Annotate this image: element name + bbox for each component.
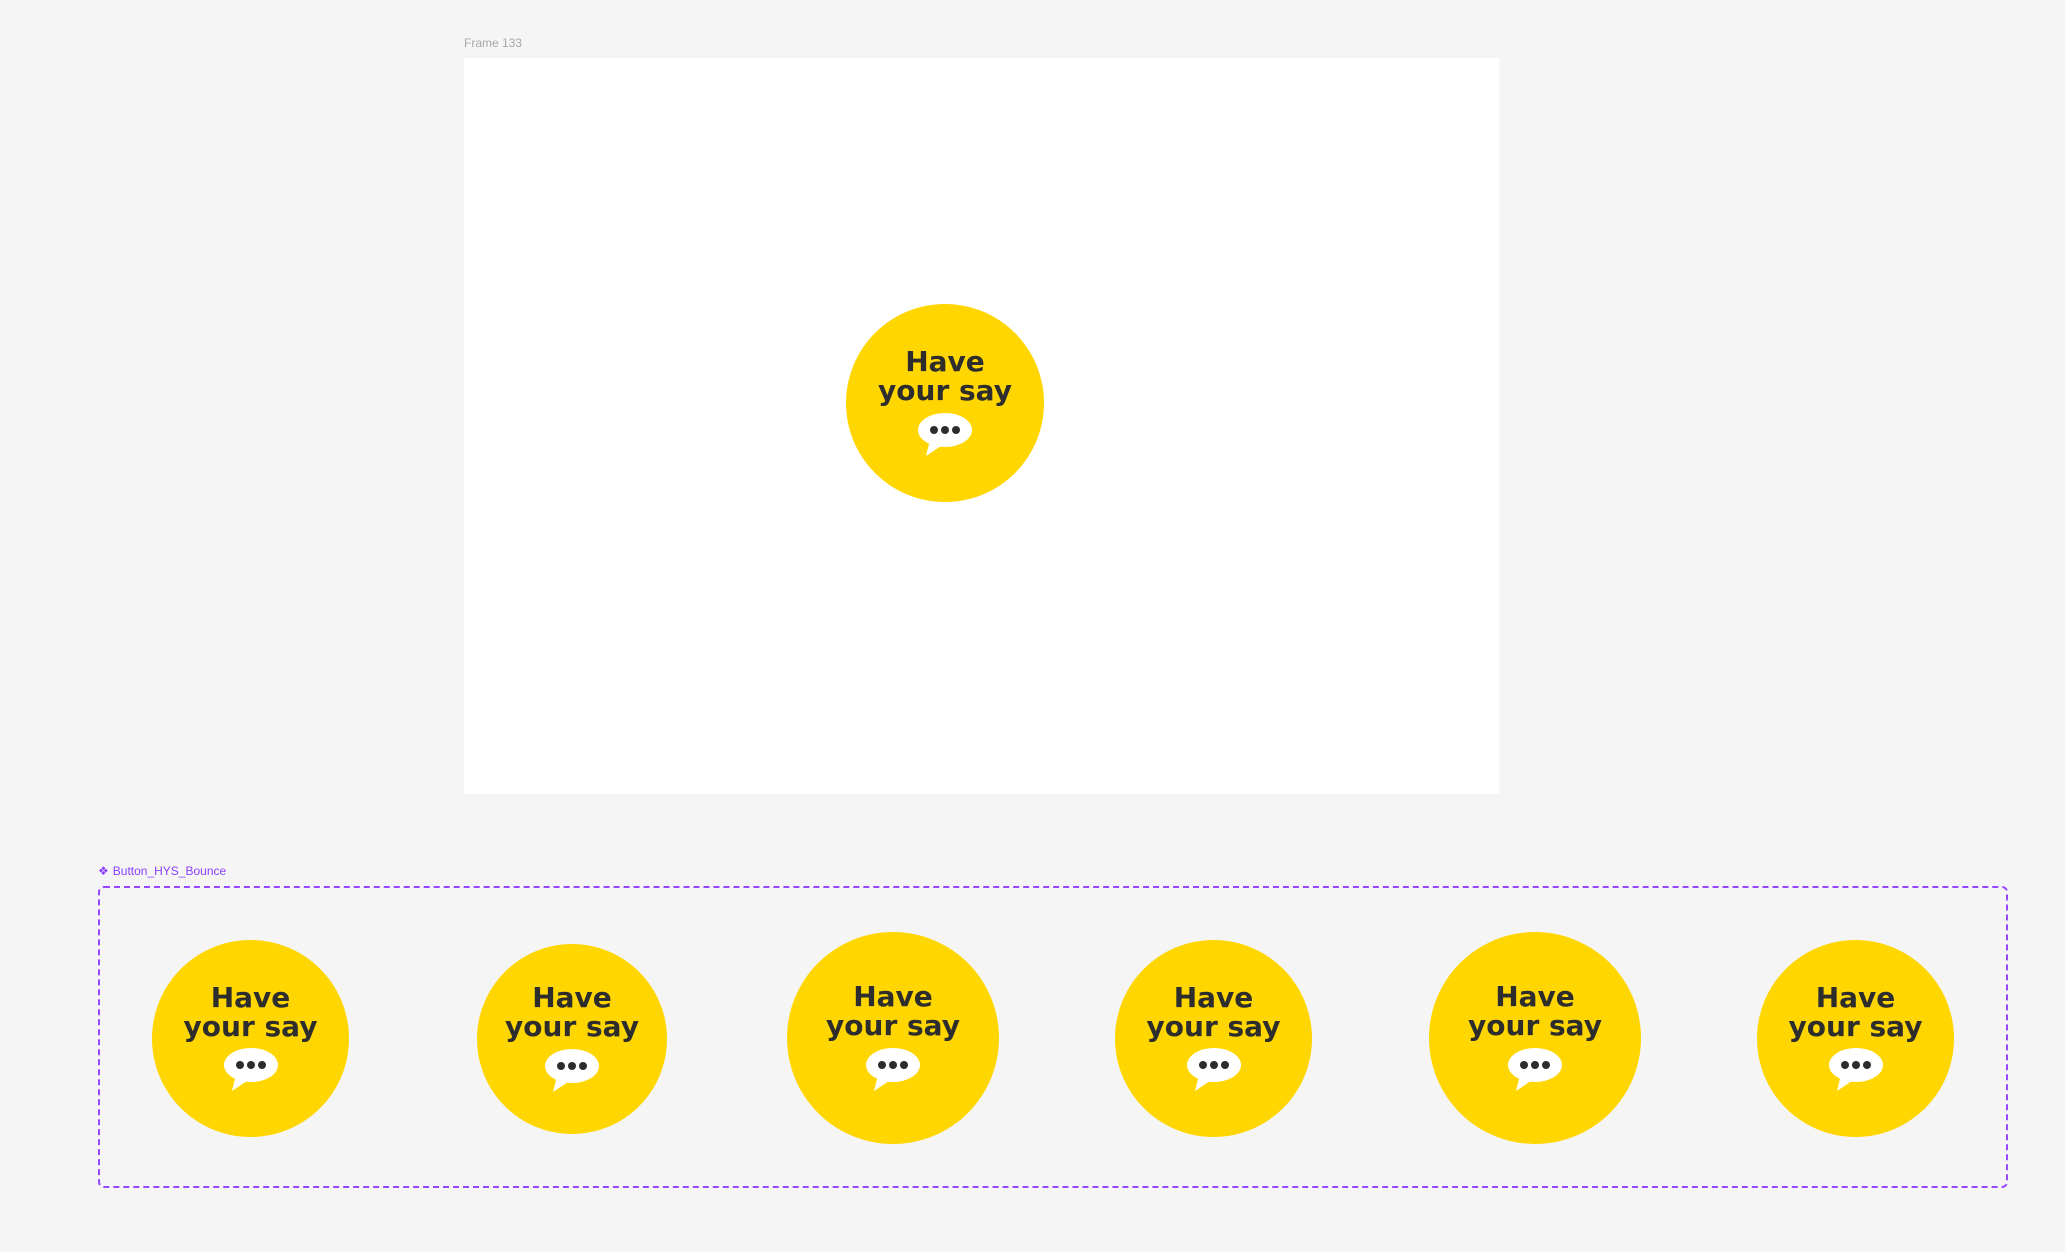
variant-button-2[interactable]: Have your say <box>477 944 667 1134</box>
label-line-2: your say <box>183 1009 318 1043</box>
variant-label: Have your say <box>1788 980 1923 1043</box>
variant-label: Have your say <box>183 980 318 1043</box>
speech-bubble-icon <box>545 1048 599 1092</box>
label-line-1: Have <box>905 345 985 379</box>
component-icon: ❖ <box>98 864 109 878</box>
label-line-2: your say <box>826 1009 960 1042</box>
label-line-1: Have <box>1173 980 1254 1014</box>
label-line-1: Have <box>853 980 933 1014</box>
variant-button-4[interactable]: Have your say <box>1115 940 1312 1137</box>
label-line-2: your say <box>1146 1009 1281 1043</box>
variant-label: Have your say <box>826 983 960 1040</box>
component-variants-set[interactable] <box>98 886 2008 1188</box>
label-line-2: your say <box>505 1010 639 1043</box>
label-line-2: your say <box>878 374 1012 407</box>
variant-button-1[interactable]: Have your say <box>152 940 349 1137</box>
speech-bubble-icon <box>1186 1048 1241 1092</box>
label-line-1: Have <box>210 980 291 1014</box>
component-label[interactable]: ❖ Button_HYS_Bounce <box>98 864 226 878</box>
speech-bubble-icon <box>1508 1047 1562 1091</box>
label-line-1: Have <box>1495 980 1575 1014</box>
variant-label: Have your say <box>1468 983 1602 1040</box>
variant-label: Have your say <box>505 984 639 1041</box>
label-line-1: Have <box>532 981 612 1015</box>
variant-button-3[interactable]: Have your say <box>787 932 999 1144</box>
label-line-1: Have <box>1815 980 1896 1014</box>
have-your-say-label: Have your say <box>878 348 1012 405</box>
frame-canvas: Have your say <box>464 58 1499 794</box>
speech-bubble-icon <box>918 412 972 456</box>
variant-label: Have your say <box>1146 980 1281 1043</box>
variant-button-6[interactable]: Have your say <box>1757 940 1954 1137</box>
label-line-2: your say <box>1468 1009 1602 1042</box>
frame-label[interactable]: Frame 133 <box>464 36 522 50</box>
component-name: Button_HYS_Bounce <box>112 864 227 878</box>
speech-bubble-icon <box>1828 1048 1883 1092</box>
speech-bubble-icon <box>866 1047 920 1091</box>
speech-bubble-icon <box>223 1048 278 1092</box>
label-line-2: your say <box>1788 1009 1923 1043</box>
variant-button-5[interactable]: Have your say <box>1429 932 1641 1144</box>
have-your-say-button[interactable]: Have your say <box>846 304 1044 502</box>
